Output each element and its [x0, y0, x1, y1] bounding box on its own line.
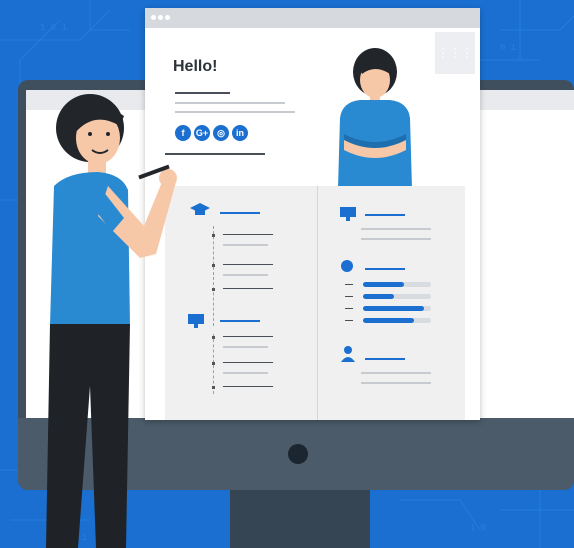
text-line	[175, 102, 285, 104]
text-line	[361, 228, 431, 230]
timeline-dot	[212, 336, 215, 339]
skill-bar-fill	[363, 294, 394, 299]
window-dot	[158, 15, 163, 20]
timeline-dot	[212, 386, 215, 389]
resume-body	[165, 186, 465, 420]
text-line	[361, 372, 431, 374]
power-button	[288, 444, 308, 464]
text-line	[223, 274, 268, 276]
text-line	[223, 346, 268, 348]
skill-bar	[363, 306, 431, 311]
text-line	[223, 264, 273, 265]
text-line	[223, 362, 273, 363]
google-plus-icon[interactable]: G+	[194, 125, 210, 141]
text-line	[223, 244, 268, 246]
skill-tick	[345, 284, 353, 285]
window-dot	[165, 15, 170, 20]
section-underline	[220, 212, 260, 214]
timeline-dot	[212, 234, 215, 237]
timeline-dot	[212, 288, 215, 291]
monitor-icon	[188, 314, 204, 328]
timeline	[213, 226, 215, 326]
skill-bar	[363, 282, 431, 287]
section-underline	[365, 358, 405, 360]
resume-titlebar	[145, 8, 480, 28]
person-illustration	[46, 94, 177, 548]
column-divider	[317, 186, 318, 420]
linkedin-icon[interactable]: in	[232, 125, 248, 141]
skill-bar	[363, 318, 431, 323]
profile-portrait	[338, 48, 412, 188]
grid-icon: ⋮⋮⋮	[435, 32, 475, 74]
monitor-stand	[230, 490, 370, 548]
skill-tick	[345, 320, 353, 321]
text-line	[361, 382, 431, 384]
text-line	[223, 386, 273, 387]
skill-tick	[345, 296, 353, 297]
text-line	[223, 234, 273, 235]
skill-bar	[363, 294, 431, 299]
text-line	[361, 238, 431, 240]
section-underline	[365, 214, 405, 216]
user-icon	[341, 346, 355, 362]
text-line	[223, 288, 273, 289]
section-underline	[220, 320, 260, 322]
svg-text:0 1: 0 1	[500, 43, 516, 53]
chat-icon	[341, 260, 353, 272]
svg-text:1 0: 1 0	[470, 523, 486, 533]
section-underline	[365, 268, 405, 270]
graduation-cap-icon	[190, 203, 210, 215]
skill-bar-fill	[363, 282, 404, 287]
svg-text:1 0 1: 1 0 1	[40, 23, 67, 33]
skill-bar-fill	[363, 306, 425, 311]
window-dot	[151, 15, 156, 20]
instagram-icon[interactable]: ◎	[213, 125, 229, 141]
skill-tick	[345, 308, 353, 309]
timeline-dot	[212, 264, 215, 267]
greeting-heading: Hello!	[173, 58, 218, 75]
text-line	[175, 111, 295, 113]
timeline-dot	[212, 362, 215, 365]
text-line	[223, 336, 273, 337]
skill-bar-fill	[363, 318, 414, 323]
monitor-icon	[340, 207, 356, 221]
resume-document: ⋮⋮⋮ Hello! f G+ ◎ in	[145, 8, 480, 420]
text-line	[223, 372, 268, 374]
